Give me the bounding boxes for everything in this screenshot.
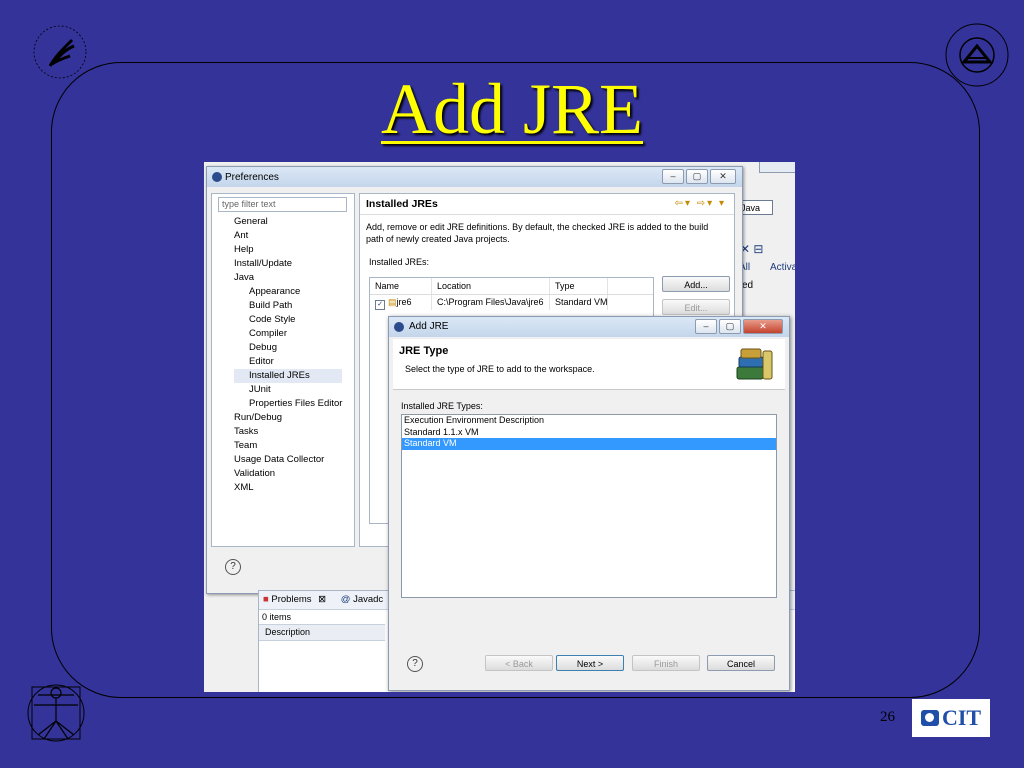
preferences-tree: General Ant Help Install/Update Java Appearan…	[234, 215, 343, 495]
jre-name: jre6	[396, 297, 412, 307]
finish-button[interactable]: Finish	[632, 655, 700, 671]
tree-item[interactable]: Help	[234, 243, 342, 257]
help-icon[interactable]: ?	[407, 656, 423, 672]
tab-javadoc[interactable]: Javadc	[353, 594, 383, 605]
minimize-button[interactable]: –	[695, 319, 717, 334]
jre-checkbox[interactable]: ✓	[375, 300, 385, 310]
close-button[interactable]: ✕	[710, 169, 736, 184]
add-jre-button[interactable]: Add...	[662, 276, 730, 292]
tree-item[interactable]: Code Style	[234, 313, 342, 327]
eclipse-icon	[212, 172, 222, 182]
eclipse-screenshot: Java ✕ ⊟ All Activa zed Preferences – ▢ …	[204, 162, 795, 692]
filter-input[interactable]: type filter text	[218, 197, 347, 212]
tab-close-icon[interactable]: ⊠	[318, 594, 326, 605]
preferences-titlebar: Preferences – ▢ ✕	[207, 167, 742, 187]
eclipse-icon	[394, 322, 404, 332]
jre-table-header: Name Location Type	[370, 278, 653, 295]
tree-item[interactable]: Appearance	[234, 285, 342, 299]
preferences-title: Preferences	[225, 171, 279, 183]
jre-types-list: Execution Environment Description Standar…	[401, 414, 777, 598]
back-button[interactable]: < Back	[485, 655, 553, 671]
tree-item[interactable]: Ant	[234, 229, 342, 243]
page-title: Installed JREs	[366, 198, 438, 210]
wizard-page-description: Select the type of JRE to add to the wor…	[405, 364, 595, 374]
cit-logo-text: CIT	[941, 705, 982, 730]
jre-type: Standard VM	[550, 295, 608, 310]
tree-item[interactable]: XML	[234, 481, 342, 495]
tree-item[interactable]: JUnit	[234, 383, 342, 397]
preferences-tree-panel: type filter text General Ant Help Install/U…	[211, 193, 355, 547]
tree-item[interactable]: Build Path	[234, 299, 342, 313]
activate-link[interactable]: Activa	[770, 262, 795, 273]
books-icon	[736, 348, 773, 380]
column-type[interactable]: Type	[550, 278, 608, 294]
list-item[interactable]: Execution Environment Description	[402, 415, 776, 427]
tree-item[interactable]: General	[234, 215, 342, 229]
jre-location: C:\Program Files\Java\jre6	[432, 295, 550, 310]
tree-item[interactable]: Install/Update	[234, 257, 342, 271]
column-name[interactable]: Name	[370, 278, 432, 294]
tree-item[interactable]: Usage Data Collector	[234, 453, 342, 467]
jre-types-label: Installed JRE Types:	[401, 401, 483, 411]
close-button[interactable]: ✕	[743, 319, 783, 334]
page-header: Installed JREs ⇦▾ ⇨▾ ▾	[360, 194, 734, 215]
next-button[interactable]: Next >	[556, 655, 624, 671]
tree-item[interactable]: Editor	[234, 355, 342, 369]
slide-title: Add JRE	[380, 69, 644, 149]
installed-jres-label: Installed JREs:	[369, 257, 430, 267]
maximize-button[interactable]: ▢	[719, 319, 741, 334]
cancel-button[interactable]: Cancel	[707, 655, 775, 671]
jre-icon: ▤	[388, 297, 397, 307]
description-column[interactable]: Description	[259, 624, 385, 641]
vitruvian-man-icon	[27, 684, 85, 742]
tree-item[interactable]: Compiler	[234, 327, 342, 341]
bg-toolbar-icons[interactable]: ✕ ⊟	[740, 242, 763, 256]
javadoc-icon: @	[340, 594, 351, 605]
minimize-button[interactable]: –	[662, 169, 684, 184]
add-jre-dialog: Add JRE – ▢ ✕ JRE Type Select the type o…	[388, 316, 790, 691]
add-jre-title: Add JRE	[409, 321, 449, 332]
tree-item[interactable]: Debug	[234, 341, 342, 355]
history-nav-icons[interactable]: ⇦▾ ⇨▾ ▾	[675, 194, 726, 214]
cit-logo-icon	[920, 710, 939, 726]
column-location[interactable]: Location	[432, 278, 550, 294]
page-number: 26	[880, 709, 895, 725]
list-item[interactable]: Standard 1.1.x VM	[402, 427, 776, 439]
tree-item[interactable]: Team	[234, 439, 342, 453]
tab-problems[interactable]: Problems	[271, 594, 311, 605]
table-row[interactable]: ✓ ▤jre6 C:\Program Files\Java\jre6 Standa…	[370, 295, 653, 310]
tree-item[interactable]: Validation	[234, 467, 342, 481]
list-item[interactable]: Standard VM	[402, 438, 776, 450]
wizard-banner: JRE Type Select the type of JRE to add t…	[393, 339, 785, 390]
problems-icon: ■	[263, 594, 269, 605]
tree-item[interactable]: Run/Debug	[234, 411, 342, 425]
edit-jre-button[interactable]: Edit...	[662, 299, 730, 315]
maximize-button[interactable]: ▢	[686, 169, 708, 184]
bg-window-controls[interactable]	[759, 162, 795, 173]
tree-item[interactable]: Installed JREs	[234, 369, 343, 383]
wizard-page-title: JRE Type	[399, 345, 449, 357]
help-icon[interactable]: ?	[225, 559, 241, 575]
tree-item[interactable]: Java	[234, 271, 342, 285]
tree-item[interactable]: Tasks	[234, 425, 342, 439]
add-jre-titlebar: Add JRE – ▢ ✕	[389, 317, 789, 337]
tree-item[interactable]: Properties Files Editor	[234, 397, 342, 411]
cit-logo: CIT	[912, 699, 990, 737]
page-description: Add, remove or edit JRE definitions. By …	[366, 222, 709, 244]
